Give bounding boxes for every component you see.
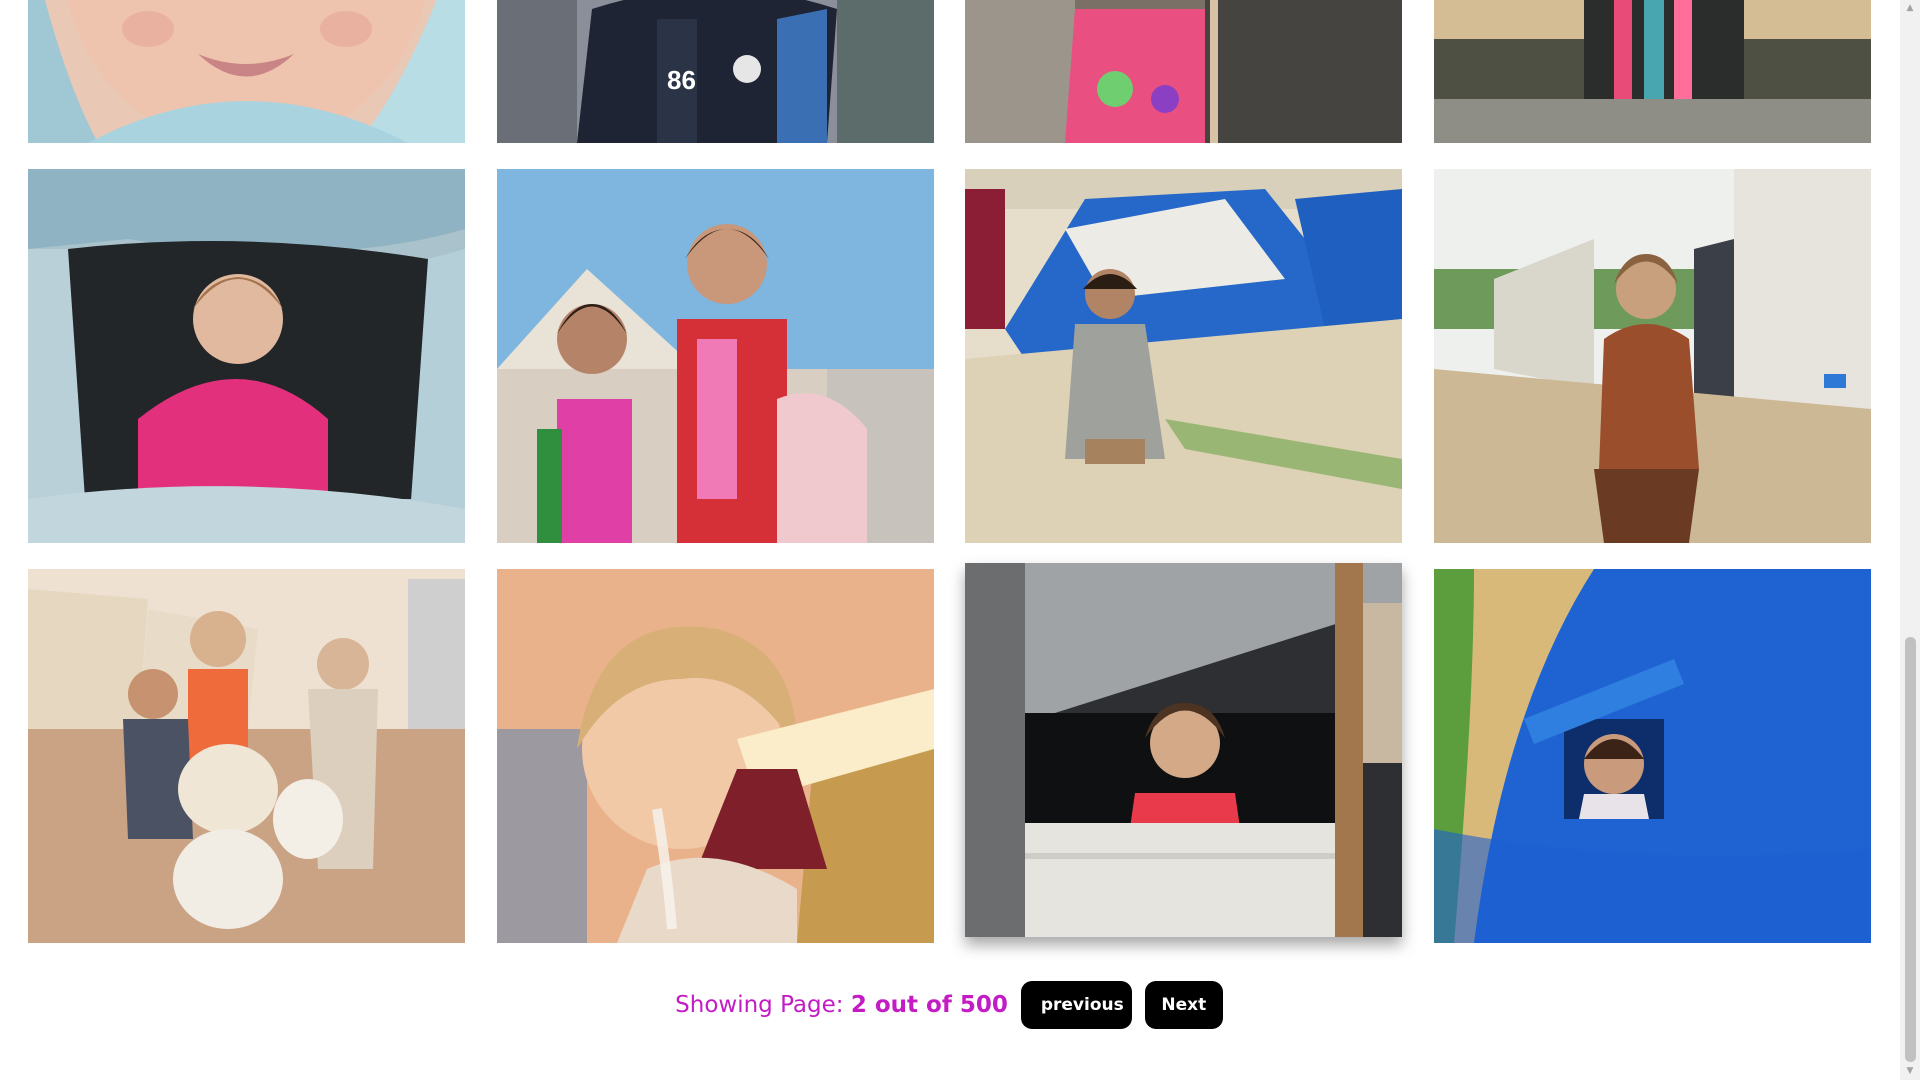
scroll-down-arrow-icon[interactable]: ▼: [1900, 1063, 1920, 1080]
gallery-photo[interactable]: [1434, 169, 1871, 543]
scroll-up-arrow-icon[interactable]: ▲: [1900, 0, 1920, 17]
gallery-photo[interactable]: [1434, 0, 1871, 143]
previous-page-button[interactable]: previous: [1020, 981, 1132, 1029]
page-status: Showing Page: 2 out of 500: [675, 992, 1008, 1018]
gallery-photo[interactable]: [965, 169, 1402, 543]
gallery-photo[interactable]: [497, 169, 934, 543]
gallery-photo[interactable]: [28, 0, 465, 143]
gallery-photo[interactable]: [497, 569, 934, 943]
gallery-photo[interactable]: [1434, 569, 1871, 943]
gallery-photo[interactable]: [28, 569, 465, 943]
page-status-label: Showing Page:: [675, 992, 844, 1018]
gallery-photo[interactable]: 86: [497, 0, 934, 143]
next-page-button[interactable]: Next: [1144, 981, 1223, 1029]
gallery-photo[interactable]: [28, 169, 465, 543]
photo-gallery: 86: [28, 0, 1872, 945]
vertical-scrollbar[interactable]: ▲ ▼: [1900, 0, 1920, 1080]
gallery-photo[interactable]: [965, 0, 1402, 143]
scroll-thumb[interactable]: [1905, 637, 1916, 1062]
svg-text:86: 86: [667, 65, 696, 95]
page-status-count: 2 out of 500: [850, 992, 1008, 1018]
pagination: Showing Page: 2 out of 500 previous Next: [0, 981, 1898, 1029]
gallery-photo[interactable]: [965, 563, 1402, 937]
